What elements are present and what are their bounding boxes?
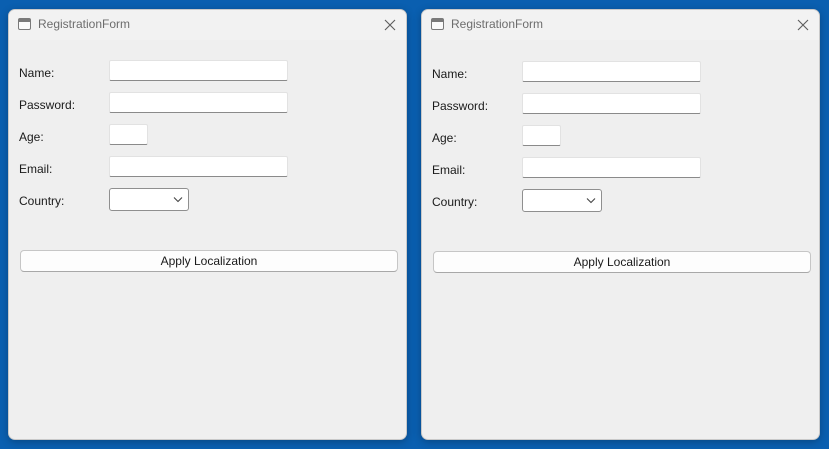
password-label: Password: [432,99,489,113]
email-input[interactable] [522,157,701,178]
chevron-down-icon [173,197,183,203]
country-label: Country: [19,194,65,208]
age-input[interactable] [522,125,561,146]
apply-localization-button[interactable]: Apply Localization [20,250,398,272]
country-dropdown[interactable] [109,188,189,211]
registration-form: Name: Password: Age: Email: Country: App… [422,41,819,439]
name-input[interactable] [522,61,701,82]
close-button[interactable] [791,14,815,36]
title-bar[interactable]: RegistrationForm [9,10,406,40]
age-input[interactable] [109,124,148,145]
age-label: Age: [432,131,457,145]
registration-form-window-2: RegistrationForm Name: Password: Age: Em… [421,9,820,440]
window-icon [431,18,444,30]
age-label: Age: [19,130,44,144]
registration-form-window-1: RegistrationForm Name: Password: Age: Em… [8,9,407,440]
name-label: Name: [19,66,55,80]
password-label: Password: [19,98,76,112]
title-bar[interactable]: RegistrationForm [422,10,819,40]
email-input[interactable] [109,156,288,177]
country-label: Country: [432,195,478,209]
apply-localization-button[interactable]: Apply Localization [433,251,811,273]
email-label: Email: [432,163,466,177]
email-label: Email: [19,162,53,176]
registration-form: Name: Password: Age: Email: Country: App… [9,40,406,439]
password-input[interactable] [522,93,701,114]
country-dropdown[interactable] [522,189,602,212]
name-input[interactable] [109,60,288,81]
window-icon [18,18,31,30]
window-title: RegistrationForm [38,17,131,31]
close-button[interactable] [378,14,402,36]
close-icon [797,19,809,31]
close-icon [384,19,396,31]
chevron-down-icon [586,198,596,204]
password-input[interactable] [109,92,288,113]
window-title: RegistrationForm [451,17,544,31]
name-label: Name: [432,67,468,81]
